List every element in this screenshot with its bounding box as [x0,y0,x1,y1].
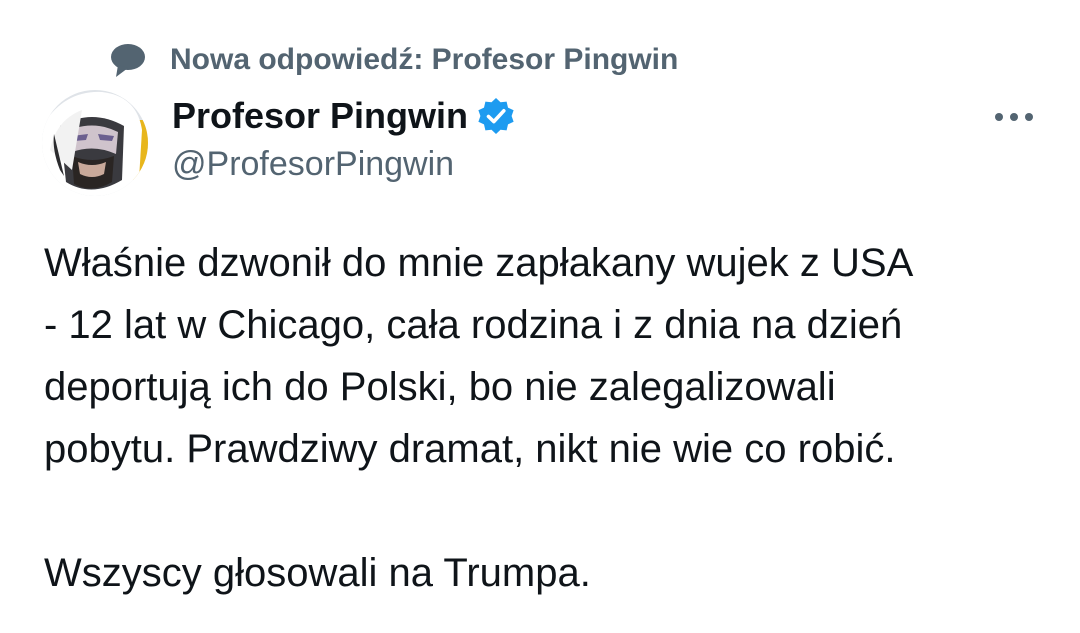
tweet-line: pobytu. Prawdziwy dramat, nikt nie wie c… [44,427,896,471]
more-options-button[interactable] [988,100,1040,134]
tweet-line: Właśnie dzwonił do mnie zapłakany wujek … [44,241,914,285]
avatar[interactable] [42,90,148,196]
author-display-name[interactable]: Profesor Pingwin [172,95,468,137]
tweet-line: deportują ich do Polski, bo nie zalegali… [44,365,836,409]
author-handle[interactable]: @ProfesorPingwin [172,145,516,184]
author-name-row: Profesor Pingwin [172,93,516,139]
tweet-closing-line: Wszyscy głosowali na Trumpa. [44,551,591,595]
more-options-icon [995,113,1033,121]
speech-bubble-icon [108,40,148,80]
tweet-text: Właśnie dzwonił do mnie zapłakany wujek … [44,232,1054,604]
reply-context-label: Nowa odpowiedź: Profesor Pingwin [170,43,679,76]
tweet-line: - 12 lat w Chicago, cała rodzina i z dni… [44,303,903,347]
verified-badge-icon[interactable] [476,96,516,136]
reply-context[interactable]: Nowa odpowiedź: Profesor Pingwin [108,40,678,80]
avatar-image [42,90,148,196]
author-block: Profesor Pingwin @ProfesorPingwin [172,93,516,184]
